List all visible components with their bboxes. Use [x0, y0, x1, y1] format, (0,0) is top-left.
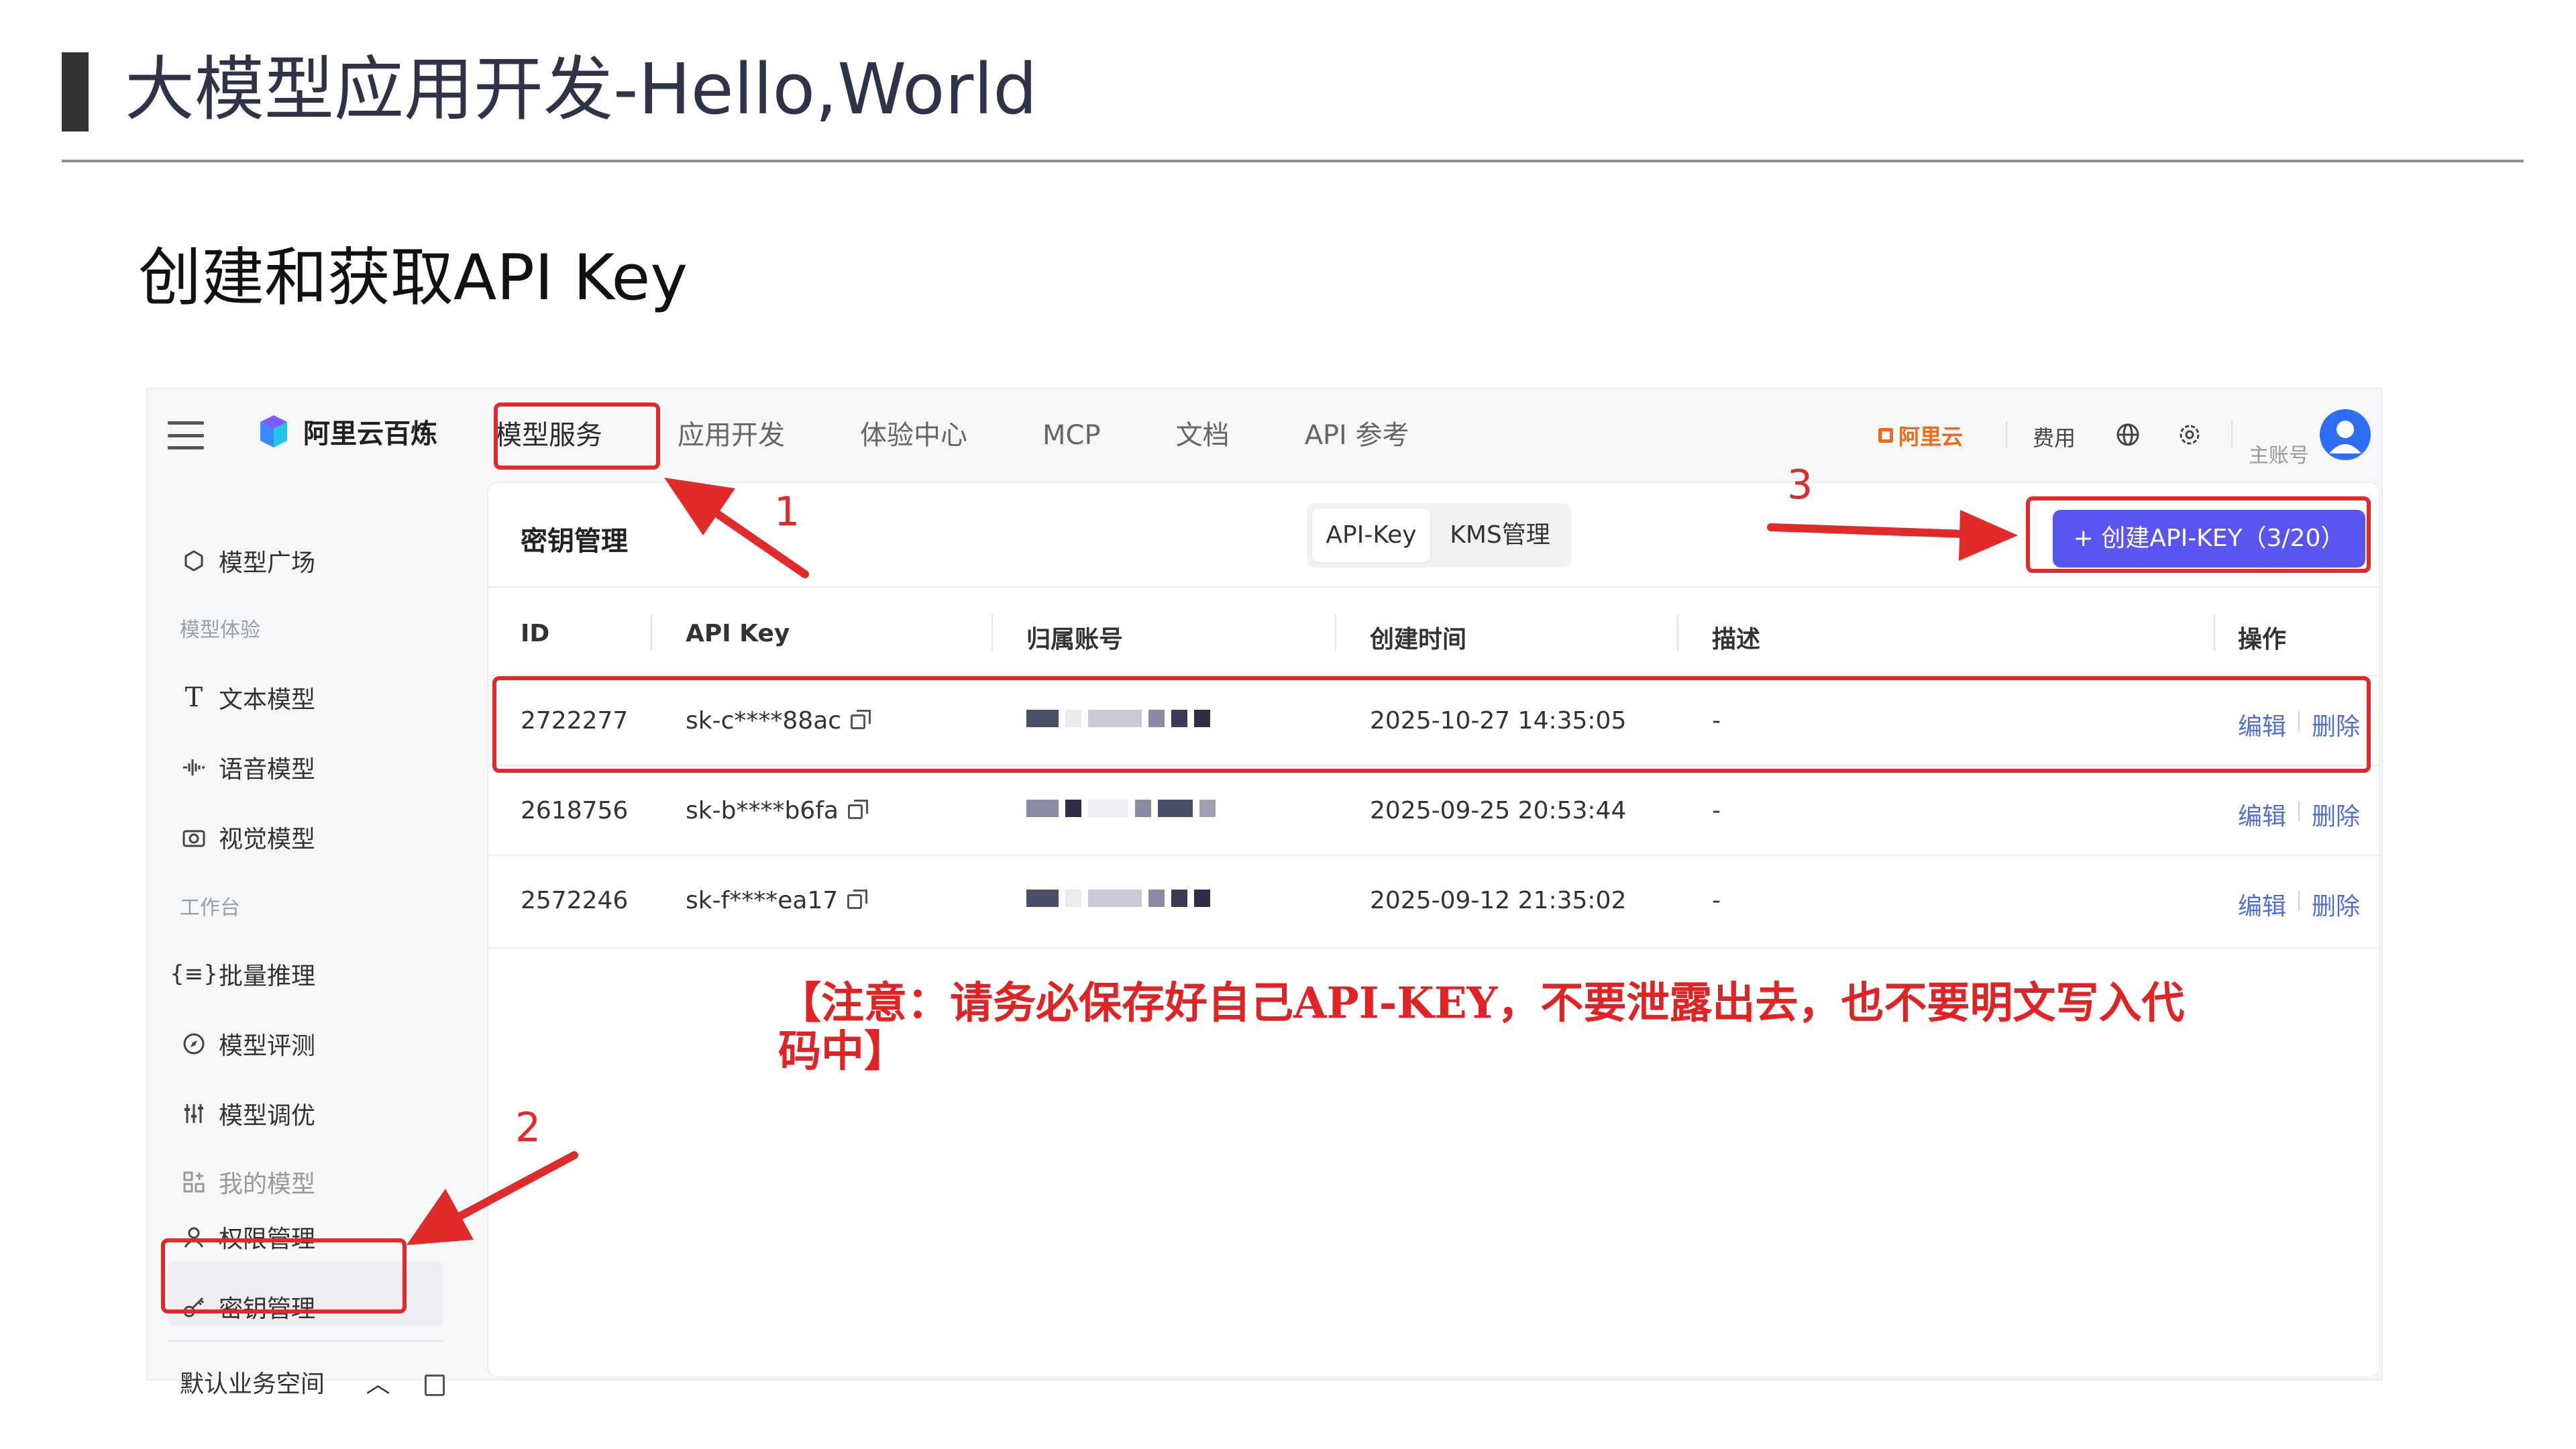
arrow-1 — [664, 478, 809, 578]
annotation-arrows — [407, 478, 2018, 1245]
arrow-3 — [1767, 510, 2018, 561]
arrow-2 — [407, 1151, 578, 1245]
